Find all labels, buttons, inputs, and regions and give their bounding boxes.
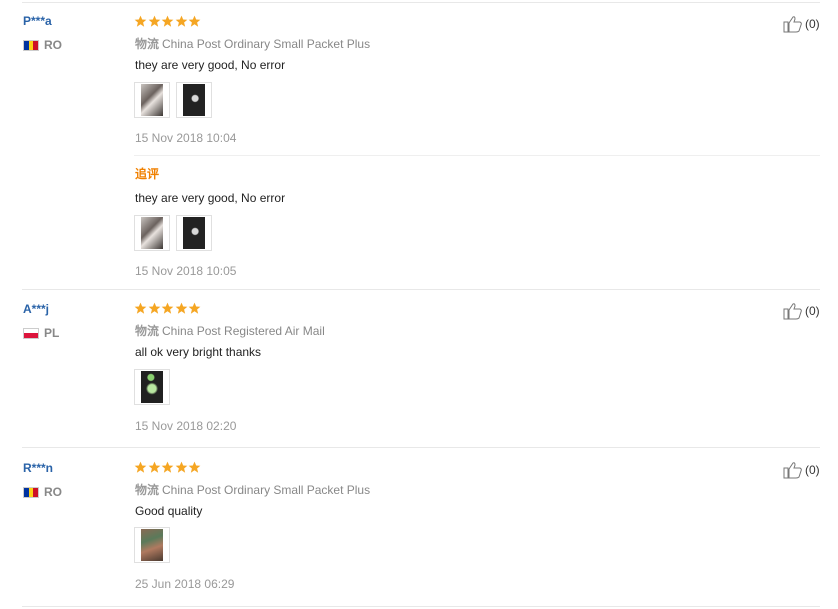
star-icon bbox=[188, 302, 201, 314]
country-code: RO bbox=[44, 485, 62, 499]
divider bbox=[134, 155, 820, 156]
like-count: (0) bbox=[805, 304, 820, 318]
review-photo[interactable] bbox=[134, 82, 170, 118]
country-code: PL bbox=[44, 326, 60, 340]
additional-review-text: they are very good, No error bbox=[135, 191, 286, 205]
additional-review-photos bbox=[134, 215, 218, 251]
star-icon bbox=[175, 15, 187, 27]
divider bbox=[22, 606, 820, 607]
star-icon bbox=[148, 302, 160, 314]
additional-review-date: 15 Nov 2018 10:05 bbox=[135, 264, 237, 278]
review-text: Good quality bbox=[135, 504, 203, 518]
rating-stars bbox=[134, 461, 202, 474]
flag-icon bbox=[23, 486, 39, 498]
star-icon bbox=[161, 15, 174, 27]
review-date: 15 Nov 2018 10:04 bbox=[135, 131, 237, 145]
review-text: all ok very bright thanks bbox=[135, 345, 262, 359]
thumbs-up-icon bbox=[783, 303, 802, 320]
rating-stars bbox=[134, 15, 202, 28]
shipping-label: 物流 bbox=[135, 37, 160, 51]
star-icon bbox=[161, 461, 174, 473]
rating-stars bbox=[134, 302, 202, 315]
shipping-label: 物流 bbox=[135, 483, 160, 497]
reviewer-country: RO bbox=[23, 485, 62, 499]
divider bbox=[22, 289, 820, 290]
review-date: 25 Jun 2018 06:29 bbox=[135, 577, 235, 591]
reviewer-country: PL bbox=[23, 326, 59, 340]
review-photos bbox=[134, 527, 176, 563]
review-photo[interactable] bbox=[134, 215, 170, 251]
like-button[interactable]: (0) bbox=[783, 461, 820, 479]
review-photo[interactable] bbox=[134, 369, 170, 405]
star-icon bbox=[161, 302, 174, 314]
additional-review-label: 追评 bbox=[135, 167, 160, 181]
like-count: (0) bbox=[805, 463, 820, 477]
star-icon bbox=[148, 15, 160, 27]
review-photos bbox=[134, 369, 176, 405]
shipping-method: 物流 China Post Ordinary Small Packet Plus bbox=[135, 35, 370, 52]
review-photos bbox=[134, 82, 218, 118]
reviewer-name[interactable]: R***n bbox=[23, 461, 53, 475]
star-icon bbox=[188, 461, 201, 473]
shipping-label: 物流 bbox=[135, 324, 160, 338]
divider bbox=[22, 447, 820, 448]
thumbs-up-icon bbox=[783, 462, 802, 479]
like-count: (0) bbox=[805, 17, 820, 31]
star-icon bbox=[134, 302, 147, 314]
star-icon bbox=[148, 461, 160, 473]
flag-icon bbox=[23, 327, 39, 339]
thumbs-up-icon bbox=[783, 16, 802, 33]
star-icon bbox=[188, 15, 201, 27]
divider bbox=[22, 2, 820, 3]
reviewer-name[interactable]: A***j bbox=[23, 302, 49, 316]
review-photo[interactable] bbox=[176, 215, 212, 251]
review-photo[interactable] bbox=[134, 527, 170, 563]
star-icon bbox=[175, 302, 187, 314]
reviewer-name[interactable]: P***a bbox=[23, 14, 52, 28]
review-date: 15 Nov 2018 02:20 bbox=[135, 419, 237, 433]
country-code: RO bbox=[44, 38, 62, 52]
shipping-name: China Post Ordinary Small Packet Plus bbox=[162, 483, 371, 497]
shipping-method: 物流 China Post Ordinary Small Packet Plus bbox=[135, 481, 370, 498]
like-button[interactable]: (0) bbox=[783, 302, 820, 320]
review-photo[interactable] bbox=[176, 82, 212, 118]
shipping-name: China Post Registered Air Mail bbox=[162, 324, 325, 338]
shipping-name: China Post Ordinary Small Packet Plus bbox=[162, 37, 371, 51]
reviewer-country: RO bbox=[23, 38, 62, 52]
star-icon bbox=[134, 461, 147, 473]
shipping-method: 物流 China Post Registered Air Mail bbox=[135, 322, 325, 339]
star-icon bbox=[175, 461, 187, 473]
like-button[interactable]: (0) bbox=[783, 15, 820, 33]
star-icon bbox=[134, 15, 147, 27]
flag-icon bbox=[23, 39, 39, 51]
review-text: they are very good, No error bbox=[135, 58, 286, 72]
